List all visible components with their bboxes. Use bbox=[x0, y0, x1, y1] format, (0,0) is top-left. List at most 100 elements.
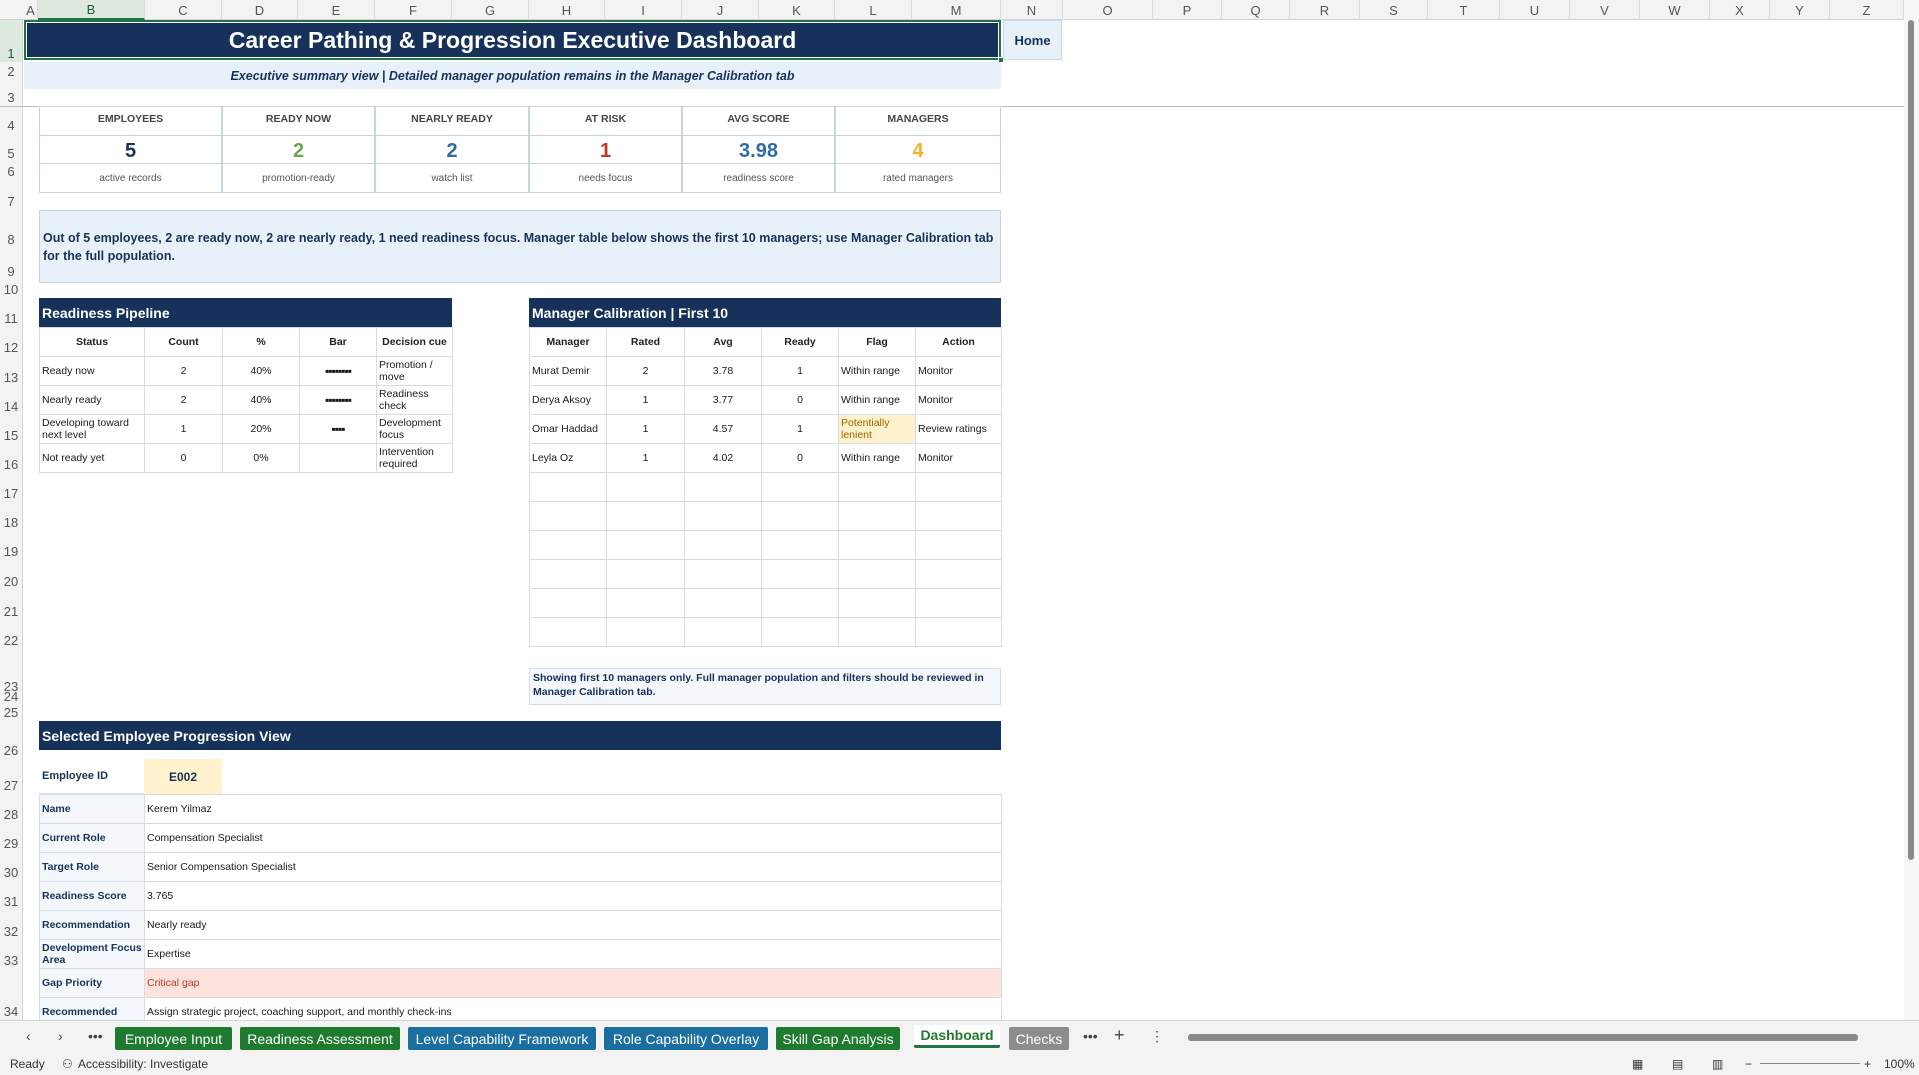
calibration-manager-cell[interactable]: Derya Aksoy bbox=[529, 385, 607, 415]
calibration-manager-cell[interactable]: Murat Demir bbox=[529, 356, 607, 386]
row-header-13[interactable]: 13 bbox=[0, 356, 22, 386]
calibration-header-cell[interactable]: Flag bbox=[838, 327, 916, 357]
row-header-4[interactable]: 4 bbox=[0, 106, 22, 134]
employee-field-value[interactable]: Senior Compensation Specialist bbox=[144, 852, 1002, 882]
row-header-16[interactable]: 16 bbox=[0, 444, 22, 473]
row-header-22[interactable]: 22 bbox=[0, 620, 22, 649]
employee-field-value[interactable]: 3.765 bbox=[144, 881, 1002, 911]
calibration-manager-cell[interactable] bbox=[529, 559, 607, 589]
next-sheet-icon[interactable]: › bbox=[58, 1028, 63, 1044]
accessibility-status[interactable]: Accessibility: Investigate bbox=[78, 1057, 208, 1071]
column-header-F[interactable]: F bbox=[375, 0, 452, 20]
home-button[interactable]: Home bbox=[1003, 20, 1062, 60]
pipeline-pct-cell[interactable]: 40% bbox=[222, 356, 300, 386]
calibration-header-cell[interactable]: Ready bbox=[761, 327, 839, 357]
sheet-tab-level-capability-framework[interactable]: Level Capability Framework bbox=[408, 1027, 596, 1050]
add-sheet-icon[interactable]: + bbox=[1114, 1025, 1125, 1046]
sheet-tab-checks[interactable]: Checks bbox=[1009, 1027, 1069, 1050]
employee-field-label[interactable]: Recommendation bbox=[39, 910, 145, 940]
row-header-8[interactable]: 8 bbox=[0, 210, 22, 248]
row-header-20[interactable]: 20 bbox=[0, 560, 22, 590]
calibration-action-cell[interactable] bbox=[915, 617, 1002, 647]
calibration-flag-cell[interactable]: Within range bbox=[838, 443, 916, 473]
row-header-21[interactable]: 21 bbox=[0, 590, 22, 620]
column-header-R[interactable]: R bbox=[1290, 0, 1360, 20]
calibration-rated-cell[interactable]: 1 bbox=[606, 443, 685, 473]
calibration-ready-cell[interactable] bbox=[761, 559, 839, 589]
calibration-flag-cell[interactable]: Within range bbox=[838, 385, 916, 415]
employee-field-label[interactable]: Readiness Score bbox=[39, 881, 145, 911]
calibration-rated-cell[interactable] bbox=[606, 472, 685, 502]
pipeline-header-cell[interactable]: Bar bbox=[299, 327, 377, 357]
calibration-flag-cell[interactable] bbox=[838, 617, 916, 647]
calibration-rated-cell[interactable] bbox=[606, 501, 685, 531]
column-header-W[interactable]: W bbox=[1640, 0, 1710, 20]
row-header-33[interactable]: 33 bbox=[0, 940, 22, 969]
calibration-header-cell[interactable]: Rated bbox=[606, 327, 685, 357]
pipeline-count-cell[interactable]: 2 bbox=[144, 356, 223, 386]
column-header-K[interactable]: K bbox=[759, 0, 835, 20]
pipeline-pct-cell[interactable]: 40% bbox=[222, 385, 300, 415]
pipeline-count-cell[interactable]: 1 bbox=[144, 414, 223, 444]
row-header-25[interactable]: 25 bbox=[0, 705, 22, 721]
pipeline-header-cell[interactable]: Status bbox=[39, 327, 145, 357]
calibration-title[interactable]: Manager Calibration | First 10 bbox=[529, 298, 1001, 327]
calibration-action-cell[interactable]: Monitor bbox=[915, 356, 1002, 386]
subtitle-cell[interactable]: Executive summary view | Detailed manage… bbox=[24, 62, 1001, 89]
pipeline-header-cell[interactable]: Count bbox=[144, 327, 223, 357]
pipeline-cue-cell[interactable]: Promotion / move bbox=[376, 356, 453, 386]
sheet-tab-readiness-assessment[interactable]: Readiness Assessment bbox=[240, 1027, 400, 1050]
employee-field-label[interactable]: Name bbox=[39, 794, 145, 824]
row-header-15[interactable]: 15 bbox=[0, 415, 22, 444]
employee-field-value[interactable]: Critical gap bbox=[144, 968, 1002, 998]
row-header-7[interactable]: 7 bbox=[0, 180, 22, 210]
column-header-I[interactable]: I bbox=[605, 0, 682, 20]
column-header-P[interactable]: P bbox=[1153, 0, 1222, 20]
employee-field-value[interactable]: Expertise bbox=[144, 939, 1002, 969]
pipeline-count-cell[interactable]: 2 bbox=[144, 385, 223, 415]
page-break-icon[interactable]: ▥ bbox=[1712, 1057, 1723, 1071]
horizontal-scroll-thumb[interactable] bbox=[1188, 1034, 1858, 1041]
calibration-action-cell[interactable] bbox=[915, 588, 1002, 618]
calibration-avg-cell[interactable]: 3.77 bbox=[684, 385, 762, 415]
calibration-avg-cell[interactable]: 4.02 bbox=[684, 443, 762, 473]
column-header-B[interactable]: B bbox=[38, 0, 145, 20]
calibration-flag-cell[interactable] bbox=[838, 501, 916, 531]
calibration-manager-cell[interactable] bbox=[529, 530, 607, 560]
calibration-action-cell[interactable] bbox=[915, 530, 1002, 560]
column-header-A[interactable]: A bbox=[24, 0, 38, 20]
calibration-action-cell[interactable]: Monitor bbox=[915, 443, 1002, 473]
column-header-Q[interactable]: Q bbox=[1222, 0, 1290, 20]
more-sheets-icon[interactable]: ••• bbox=[88, 1028, 103, 1044]
calibration-rated-cell[interactable]: 1 bbox=[606, 414, 685, 444]
row-header-26[interactable]: 26 bbox=[0, 721, 22, 759]
column-header-H[interactable]: H bbox=[529, 0, 605, 20]
column-header-S[interactable]: S bbox=[1360, 0, 1428, 20]
calibration-action-cell[interactable]: Monitor bbox=[915, 385, 1002, 415]
row-header-32[interactable]: 32 bbox=[0, 910, 22, 940]
prev-sheet-icon[interactable]: ‹ bbox=[26, 1028, 31, 1044]
row-header-29[interactable]: 29 bbox=[0, 823, 22, 852]
column-header-X[interactable]: X bbox=[1710, 0, 1770, 20]
calibration-avg-cell[interactable] bbox=[684, 472, 762, 502]
calibration-avg-cell[interactable] bbox=[684, 501, 762, 531]
row-header-14[interactable]: 14 bbox=[0, 386, 22, 415]
summary-note[interactable]: Out of 5 employees, 2 are ready now, 2 a… bbox=[39, 210, 1001, 283]
calibration-flag-cell[interactable] bbox=[838, 530, 916, 560]
pipeline-bar-cell[interactable] bbox=[299, 443, 377, 473]
calibration-flag-cell[interactable]: Potentially lenient bbox=[838, 414, 916, 444]
column-header-D[interactable]: D bbox=[222, 0, 298, 20]
column-header-E[interactable]: E bbox=[298, 0, 375, 20]
calibration-ready-cell[interactable] bbox=[761, 588, 839, 618]
calibration-manager-cell[interactable]: Omar Haddad bbox=[529, 414, 607, 444]
calibration-header-cell[interactable]: Action bbox=[915, 327, 1002, 357]
pipeline-cue-cell[interactable]: Development focus bbox=[376, 414, 453, 444]
employee-field-label[interactable]: Gap Priority bbox=[39, 968, 145, 998]
calibration-avg-cell[interactable] bbox=[684, 530, 762, 560]
calibration-manager-cell[interactable] bbox=[529, 588, 607, 618]
row-header-28[interactable]: 28 bbox=[0, 794, 22, 823]
pipeline-header-cell[interactable]: % bbox=[222, 327, 300, 357]
pipeline-status-cell[interactable]: Ready now bbox=[39, 356, 145, 386]
calibration-ready-cell[interactable]: 0 bbox=[761, 385, 839, 415]
row-header-24[interactable]: 24 bbox=[0, 689, 22, 705]
